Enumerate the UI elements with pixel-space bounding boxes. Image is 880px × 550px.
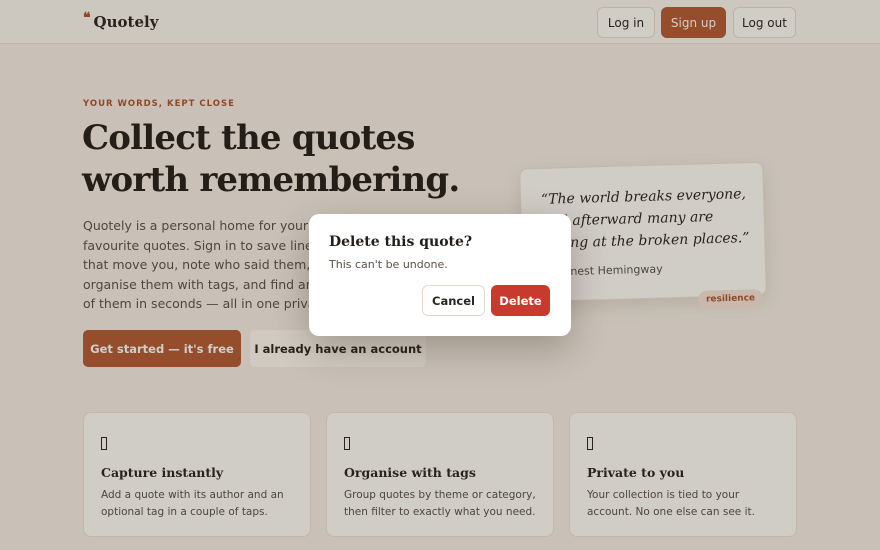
cancel-button[interactable]: Cancel: [422, 285, 485, 316]
dialog-message: This can't be undone.: [329, 258, 448, 271]
dialog-title: Delete this quote?: [329, 234, 473, 250]
delete-confirm-dialog: Delete this quote? This can't be undone.…: [309, 214, 571, 336]
delete-button[interactable]: Delete: [491, 285, 550, 316]
